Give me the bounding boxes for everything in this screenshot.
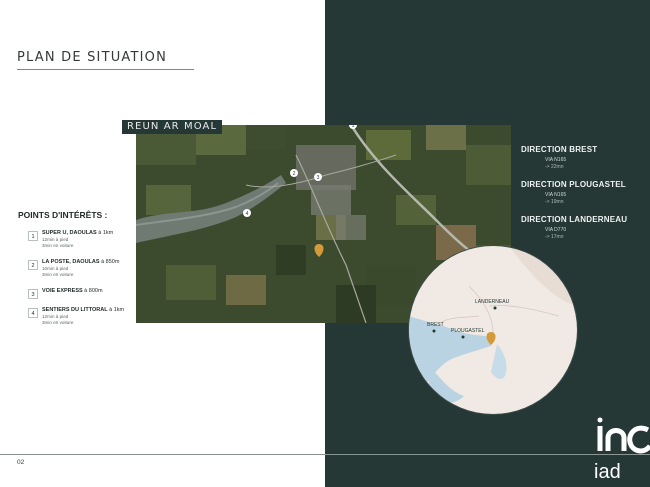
direction-item: DIRECTION PLOUGASTEL VIA N165 -> 19mn bbox=[521, 180, 646, 205]
label-landerneau: LANDERNEAU bbox=[475, 299, 510, 305]
direction-title: DIRECTION LANDERNEAU bbox=[521, 215, 628, 224]
direction-time: -> 19mn bbox=[545, 199, 564, 205]
poi-item: 3 VOIE EXPRESS à 800m bbox=[28, 288, 138, 307]
direction-via: VIA N165 bbox=[545, 192, 567, 198]
poi-item: 2 LA POSTE, DAOULAS à 850m 10min à pied … bbox=[28, 259, 138, 288]
poi-distance: à 1km bbox=[96, 230, 114, 236]
direction-item: DIRECTION BREST VIA N165 -> 22mn bbox=[521, 145, 646, 170]
direction-via: VIA N165 bbox=[545, 157, 567, 163]
poi-name: SUPER U, DAOULAS bbox=[42, 230, 97, 236]
poi-name: VOIE EXPRESS bbox=[42, 288, 83, 294]
poi-heading: POINTS D'INTÉRÊTS : bbox=[18, 210, 108, 220]
poi-number: 1 bbox=[28, 231, 38, 241]
footer-divider bbox=[0, 454, 650, 455]
poi-drive-time: 3min en voiture bbox=[42, 272, 74, 277]
svg-text:2: 2 bbox=[293, 171, 296, 177]
direction-time: -> 17mn bbox=[545, 234, 564, 240]
poi-body: SUPER U, DAOULAS à 1km 12min à pied 3min… bbox=[42, 230, 113, 249]
poi-name: LA POSTE, DAOULAS bbox=[42, 259, 100, 265]
iad-logo: iad bbox=[590, 412, 650, 487]
poi-number: 4 bbox=[28, 308, 38, 318]
map-marker-3[interactable]: 3 bbox=[314, 173, 322, 181]
region-map[interactable]: LANDERNEAU BREST PLOUGASTEL bbox=[409, 246, 577, 414]
poi-body: VOIE EXPRESS à 800m bbox=[42, 288, 103, 295]
poi-distance: à 1km bbox=[107, 307, 125, 313]
poi-drive-time: 3min en voiture bbox=[42, 243, 74, 248]
poi-item: 1 SUPER U, DAOULAS à 1km 12min à pied 3m… bbox=[28, 230, 138, 259]
direction-via: VIA D770 bbox=[545, 227, 567, 233]
svg-text:3: 3 bbox=[317, 175, 320, 181]
direction-item: DIRECTION LANDERNEAU VIA D770 -> 17mn bbox=[521, 215, 646, 240]
poi-distance: à 800m bbox=[82, 288, 103, 294]
poi-distance: à 850m bbox=[99, 259, 120, 265]
directions-list: DIRECTION BREST VIA N165 -> 22mn DIRECTI… bbox=[521, 145, 646, 250]
svg-text:4: 4 bbox=[246, 211, 249, 217]
direction-title: DIRECTION PLOUGASTEL bbox=[521, 180, 626, 189]
label-brest: BREST bbox=[427, 322, 444, 328]
poi-list: 1 SUPER U, DAOULAS à 1km 12min à pied 3m… bbox=[28, 230, 138, 336]
svg-text:1: 1 bbox=[352, 125, 355, 129]
title-underline bbox=[17, 69, 194, 70]
poi-body: SENTIERS DU LITTORAL à 1km 12min à pied … bbox=[42, 307, 124, 326]
poi-body: LA POSTE, DAOULAS à 850m 10min à pied 3m… bbox=[42, 259, 119, 278]
svg-text:iad: iad bbox=[594, 461, 621, 483]
map-marker-4[interactable]: 4 bbox=[243, 209, 251, 217]
label-plougastel: PLOUGASTEL bbox=[451, 328, 485, 334]
page-number: 02 bbox=[17, 459, 25, 466]
map-marker-2[interactable]: 2 bbox=[290, 169, 298, 177]
place-name-tag: REUN AR MOAL bbox=[122, 120, 223, 134]
direction-title: DIRECTION BREST bbox=[521, 145, 598, 154]
poi-name: SENTIERS DU LITTORAL bbox=[42, 307, 108, 313]
poi-drive-time: 3min en voiture bbox=[42, 320, 74, 325]
page-title: PLAN DE SITUATION bbox=[17, 50, 168, 65]
poi-item: 4 SENTIERS DU LITTORAL à 1km 12min à pie… bbox=[28, 307, 138, 336]
region-map-image: LANDERNEAU BREST PLOUGASTEL bbox=[409, 246, 577, 414]
poi-number: 3 bbox=[28, 289, 38, 299]
poi-number: 2 bbox=[28, 260, 38, 270]
direction-time: -> 22mn bbox=[545, 164, 564, 170]
